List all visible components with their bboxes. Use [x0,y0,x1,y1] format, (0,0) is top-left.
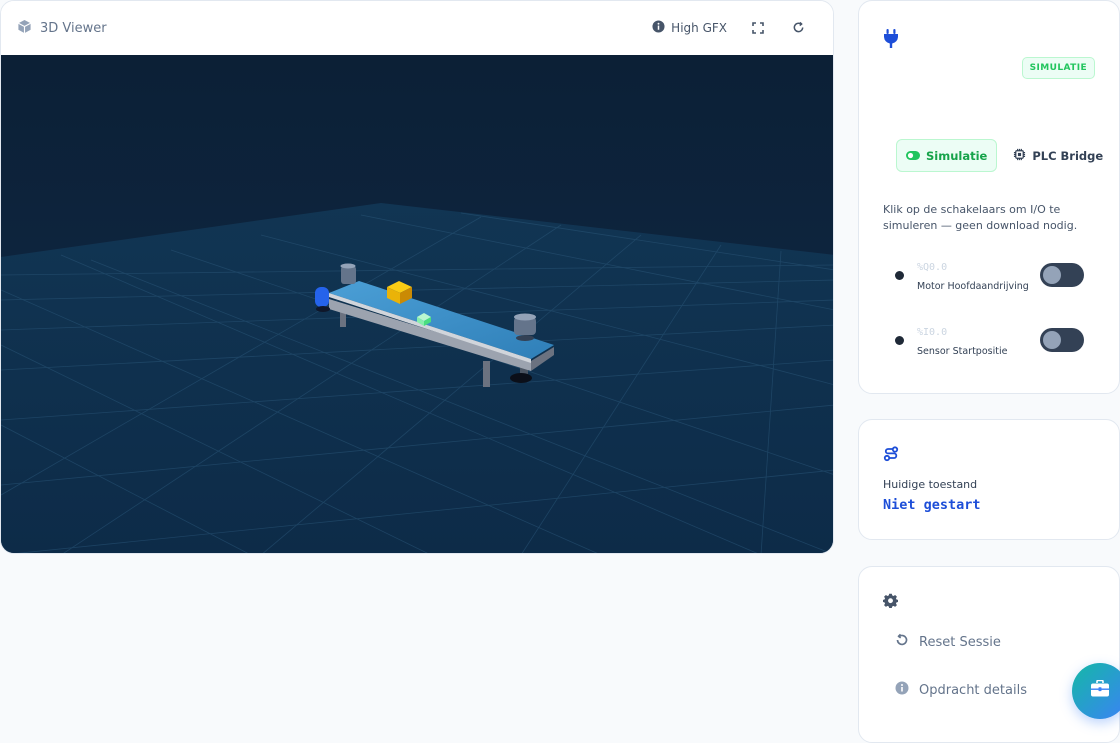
viewer-title-text: 3D Viewer [40,20,107,36]
assignment-details-button[interactable]: Opdracht details [895,681,1027,699]
io-status-dot [895,336,904,345]
viewer-header: 3D Viewer High GFX [1,1,833,55]
motor-toggle[interactable] [1040,263,1084,287]
toolbox-icon [1090,679,1110,702]
plug-icon [883,29,899,53]
info-icon [895,681,909,699]
state-value: Niet gestart [883,497,981,513]
simulation-hint: Klik op de schakelaars om I/O te simuler… [883,203,1078,232]
fullscreen-button[interactable] [749,19,767,37]
viewer-title: 3D Viewer [17,19,107,38]
3d-scene-canvas[interactable] [1,55,833,553]
state-label: Huidige toestand [883,478,978,491]
toggle-on-icon [906,149,920,163]
simulation-status-badge: SIMULATIE [1021,57,1095,79]
toggle-knob [1043,331,1061,349]
toggle-knob [1043,266,1061,284]
reload-scene-button[interactable] [789,19,807,37]
scene-floor [1,203,833,553]
mode-switch: Simulatie PLC Bridge [896,139,1107,172]
mode-simulation-button[interactable]: Simulatie [896,139,998,172]
state-card: Huidige toestand Niet gestart [858,419,1120,540]
reset-session-button[interactable]: Reset Sessie [895,633,1001,651]
gear-icon [883,593,898,612]
assignment-details-label: Opdracht details [919,682,1027,698]
reset-icon [895,633,909,651]
high-gfx-label: High GFX [671,21,727,35]
sensor-toggle[interactable] [1040,328,1084,352]
viewer-panel: 3D Viewer High GFX [0,0,834,554]
viewer-actions: High GFX [652,19,817,37]
io-address: %Q0.0 [917,262,948,273]
mode-plc-bridge-button[interactable]: PLC Bridge [1009,139,1107,172]
refresh-icon [792,19,805,38]
toolbox-fab-button[interactable] [1072,663,1120,719]
io-row-i0-0: %I0.0 Sensor Startpositie [895,327,1095,357]
io-label: Motor Hoofdaandrijving [917,281,1029,292]
mode-simulation-label: Simulatie [926,148,988,163]
io-row-q0-0: %Q0.0 Motor Hoofdaandrijving [895,262,1095,292]
mode-plc-bridge-label: PLC Bridge [1032,148,1104,163]
chip-icon [1013,148,1026,164]
connection-card: SIMULATIE Simulatie PLC Bridge Klik op d… [858,0,1120,394]
io-label: Sensor Startpositie [917,346,1008,357]
cube-icon [17,19,32,38]
reset-session-label: Reset Sessie [919,634,1001,650]
route-icon [883,446,899,466]
fullscreen-icon [752,19,764,38]
settings-card: Reset Sessie Opdracht details [858,566,1120,743]
info-icon [652,20,665,36]
high-gfx-button[interactable]: High GFX [652,20,727,36]
io-address: %I0.0 [917,327,948,338]
io-status-dot [895,271,904,280]
